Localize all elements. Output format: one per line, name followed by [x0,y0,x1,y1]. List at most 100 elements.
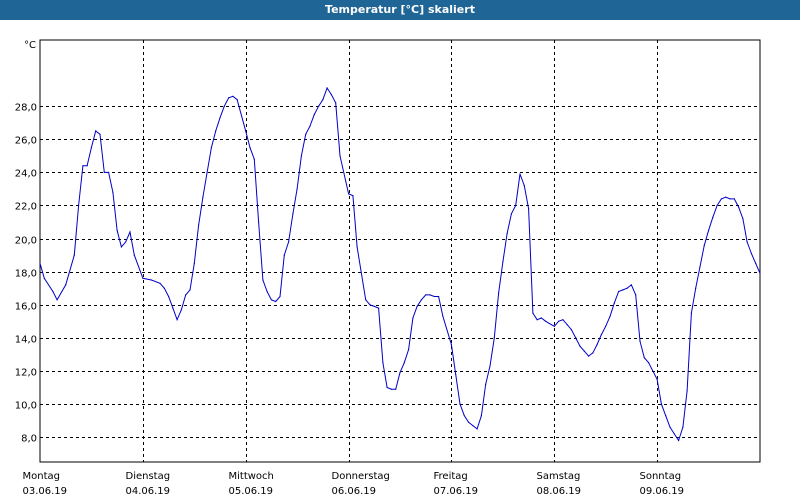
temperature-point [459,403,461,405]
temperature-point [600,334,603,336]
temperature-point [292,213,294,215]
temperature-point [386,386,388,389]
temperature-point [523,185,525,187]
temperature-point [390,388,392,390]
x-tick-day-label: Mittwoch [229,471,274,482]
temperature-point [202,196,204,198]
y-tick-label: 22,0 [15,202,37,213]
x-tick-date-label: 09.06.19 [640,486,685,497]
temperature-point [433,295,435,298]
temperature-point [335,102,337,104]
temperature-point [322,99,324,101]
temperature-point [690,312,693,314]
y-tick-label: 28,0 [15,103,37,114]
temperature-point [116,229,118,231]
temperature-point [95,130,97,132]
temperature-point [750,252,753,255]
temperature-point [566,324,568,326]
temperature-point [270,299,272,301]
temperature-point [669,426,671,428]
temperature-point [262,279,264,281]
temperature-point [528,208,530,210]
temperature-point [429,294,431,296]
temperature-point [82,165,84,167]
temperature-point [236,99,238,101]
temperature-point [596,343,598,346]
plot-area [39,39,761,463]
temperature-point [643,357,645,359]
temperature-point [266,290,268,293]
y-tick-label: 16,0 [15,302,37,313]
temperature-point [472,425,474,427]
x-tick-day-label: Donnerstag [332,471,390,482]
temperature-point [103,171,105,173]
temperature-point [699,266,701,268]
temperature-point [480,415,482,417]
temperature-point [279,295,281,298]
temperature-point [515,204,517,207]
temperature-point [399,372,401,374]
temperature-point [720,198,723,200]
temperature-point [656,378,658,380]
temperature-point [193,262,195,264]
temperature-point [738,206,740,208]
temperature-point [112,191,114,193]
temperature-point [686,390,688,392]
temperature-point [253,158,255,160]
temperature-point [733,198,735,200]
y-tick-label: 18,0 [15,269,37,280]
temperature-point [356,246,358,248]
temperature-point [352,195,354,197]
temperature-point [369,304,371,306]
temperature-point [219,117,221,119]
temperature-point [442,315,444,317]
x-tick-day-label: Freitag [434,471,468,482]
temperature-point [258,221,260,223]
temperature-point [245,130,247,132]
temperature-point [639,340,641,342]
x-tick-date-label: 03.06.19 [23,486,68,497]
temperature-point [510,213,512,215]
temperature-point [168,295,170,298]
temperature-point [562,319,564,321]
y-tick-label: 8,0 [21,434,37,445]
y-tick-label: 26,0 [15,136,37,147]
temperature-point [373,305,375,307]
temperature-point [300,155,302,157]
temperature-chart: 8,0 10,0 12,0 14,0 16,0 18,0 20,0 22,0 24,0 26,0 2… [15,39,761,497]
temperature-point [519,173,521,175]
temperature-point [630,284,633,286]
temperature-point [545,320,547,322]
temperature-point [378,307,380,309]
y-tick-label: 14,0 [15,335,37,346]
temperature-point [570,329,573,331]
temperature-point [746,241,748,243]
temperature-point [476,428,478,430]
temperature-point [180,309,182,311]
temperature-point [65,284,67,286]
temperature-point [52,290,54,293]
x-tick-date-label: 07.06.19 [434,486,479,497]
temperature-point [502,261,504,263]
temperature-point [682,426,684,428]
temperature-point [56,299,58,301]
temperature-point [588,355,590,357]
temperature-point [622,289,624,291]
temperature-point [708,229,710,231]
temperature-point [673,433,675,435]
temperature-point [339,155,341,157]
temperature-point [493,337,495,339]
temperature-point [626,287,628,289]
temperature-point [348,193,350,195]
temperature-point [665,415,667,417]
temperature-point [283,254,285,256]
y-tick-label: 20,0 [15,236,37,247]
temperature-point [678,439,680,442]
temperature-point [228,97,230,99]
temperature-point [215,130,217,132]
temperature-point [142,277,144,279]
temperature-point [536,319,538,321]
temperature-point [210,147,212,149]
x-tick-date-label: 08.06.19 [537,486,582,497]
temperature-point [223,105,225,107]
